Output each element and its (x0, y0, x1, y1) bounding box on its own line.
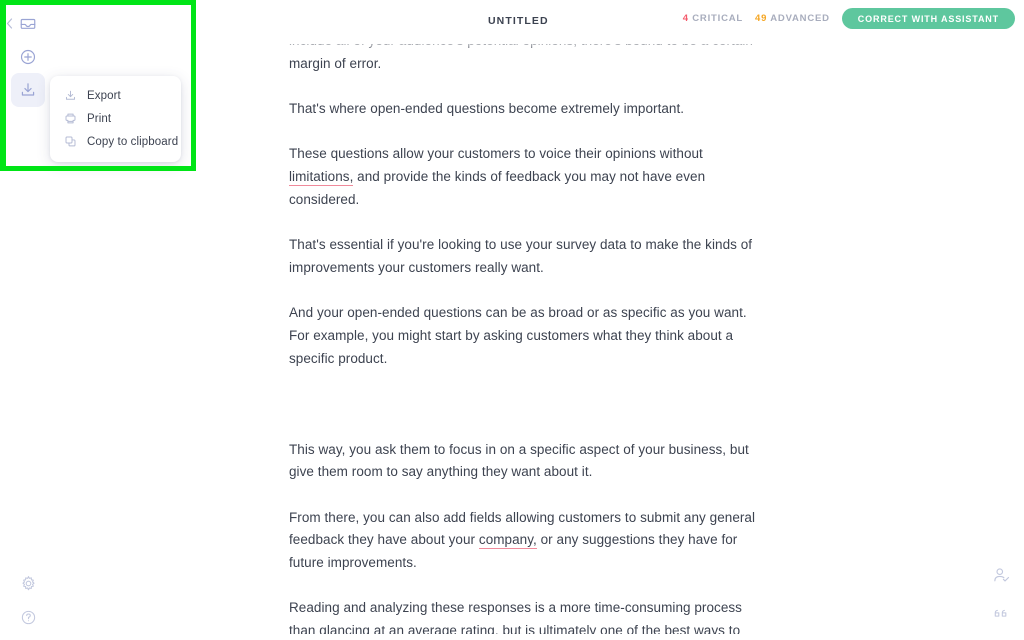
menu-item-export[interactable]: Export (50, 84, 181, 107)
correct-with-assistant-button[interactable]: CORRECT WITH ASSISTANT (841, 8, 1015, 29)
quote-icon[interactable] (989, 602, 1013, 626)
paragraph-blank[interactable] (289, 393, 759, 416)
paragraph-this-way[interactable]: This way, you ask them to focus in on a … (289, 439, 759, 484)
paragraph-limitations-lead: These questions allow your customers to … (289, 146, 703, 162)
critical-issues-label: CRITICAL (692, 13, 743, 24)
advanced-issues-badge[interactable]: 49 ADVANCED (755, 13, 830, 24)
add-icon[interactable] (11, 40, 45, 74)
paragraph-broad-specific[interactable]: And your open-ended questions can be as … (289, 302, 759, 370)
menu-item-copy-to-clipboard-label: Copy to clipboard (87, 135, 179, 148)
document-body[interactable]: include all of your audience's potential… (289, 30, 759, 640)
help-icon[interactable] (11, 600, 45, 634)
advanced-issues-label: ADVANCED (770, 13, 830, 24)
paragraph-company[interactable]: From there, you can also add fields allo… (289, 507, 759, 575)
grammar-error-limitations[interactable]: limitations, (289, 169, 354, 187)
export-dropdown-menu[interactable]: Export Print Copy to clipboard (50, 76, 181, 162)
paragraph-open-ended[interactable]: That's where open-ended questions become… (289, 98, 759, 121)
printer-icon (63, 112, 77, 126)
left-rail (0, 0, 56, 640)
reviewer-icon[interactable] (989, 563, 1013, 587)
inbox-icon[interactable] (11, 7, 45, 41)
paragraph-essential[interactable]: That's essential if you're looking to us… (289, 234, 759, 279)
menu-item-export-label: Export (87, 89, 121, 102)
paragraph-limitations[interactable]: These questions allow your customers to … (289, 143, 759, 211)
download-icon (63, 89, 77, 103)
paragraph-reading[interactable]: Reading and analyzing these responses is… (289, 597, 759, 640)
document-scroll-area[interactable]: include all of your audience's potential… (196, 0, 1024, 640)
header-actions: 4 CRITICAL 49 ADVANCED CORRECT WITH ASSI… (683, 8, 1015, 29)
critical-issues-badge[interactable]: 4 CRITICAL (683, 13, 743, 24)
editor-app: include all of your audience's potential… (0, 0, 1024, 640)
menu-item-print-label: Print (87, 112, 112, 125)
page-title[interactable]: UNTITLED (488, 15, 549, 27)
menu-item-print[interactable]: Print (50, 107, 181, 130)
copy-icon (63, 135, 77, 149)
critical-issues-count: 4 (682, 13, 689, 24)
export-icon[interactable] (11, 73, 45, 107)
menu-item-copy-to-clipboard[interactable]: Copy to clipboard (50, 130, 181, 153)
gear-icon[interactable] (11, 566, 45, 600)
top-header: UNTITLED 4 CRITICAL 49 ADVANCED CORRECT … (196, 0, 1024, 44)
advanced-issues-count: 49 (755, 13, 768, 24)
grammar-error-company[interactable]: company, (478, 532, 537, 550)
